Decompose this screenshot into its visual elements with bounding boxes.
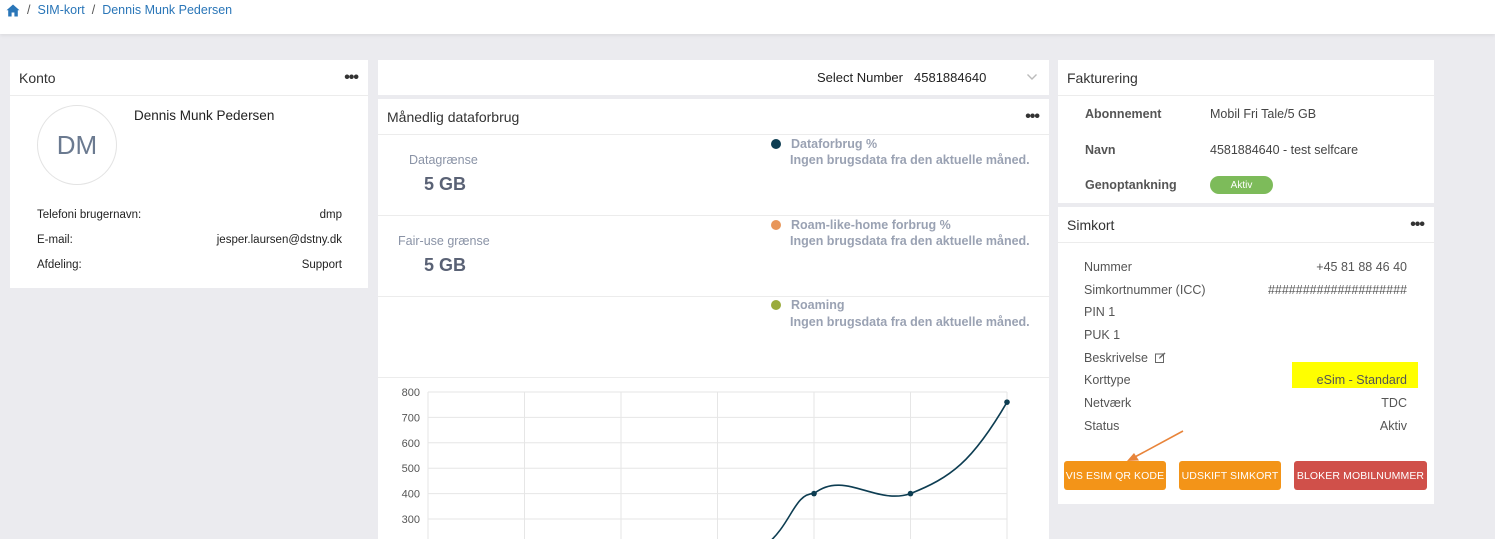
breadcrumb-user[interactable]: Dennis Munk Pedersen [102, 3, 232, 17]
fk-label-genoptankning: Genoptankning [1085, 178, 1177, 192]
y-tick-label: 600 [402, 438, 420, 450]
replace-simcard-button[interactable]: UDSKIFT SIMKORT [1179, 461, 1281, 490]
sim-row-icc: Simkortnummer (ICC) #################### [1084, 283, 1407, 297]
sim-label: Simkortnummer (ICC) [1084, 283, 1206, 297]
legend-subtitle: Ingen brugsdata fra den aktuelle måned. [790, 234, 1030, 248]
metric-label: Datagrænse [409, 153, 478, 167]
select-number-dropdown[interactable]: 4581884640 [914, 70, 986, 85]
konto-value: jesper.laursen@dstny.dk [216, 234, 342, 246]
select-number-bar: Select Number 4581884640 [378, 60, 1049, 95]
y-tick-label: 700 [402, 412, 420, 424]
sim-row-puk1: PUK 1 [1084, 328, 1407, 342]
legend-title: Dataforbrug % [791, 137, 878, 151]
metric-value: 5 GB [424, 255, 467, 275]
usage-row-fairuse: Fair-use grænse 5 GB Roam-like-home forb… [378, 216, 1049, 297]
fk-label-navn: Navn [1085, 143, 1116, 157]
data-point[interactable] [811, 490, 817, 497]
legend-dot-roaming [771, 300, 781, 310]
y-tick-label: 300 [402, 514, 420, 526]
simkort-menu-icon[interactable]: ••• [1410, 216, 1425, 233]
select-number-label: Select Number [817, 70, 903, 85]
konto-title: Konto [19, 69, 56, 86]
legend-dot-data [771, 139, 781, 149]
status-badge: Aktiv [1210, 176, 1273, 194]
data-point[interactable] [1004, 399, 1010, 405]
y-tick-label: 500 [402, 463, 420, 475]
sim-row-beskrivelse: Beskrivelse [1084, 351, 1407, 365]
konto-value: dmp [319, 209, 342, 221]
legend-subtitle: Ingen brugsdata fra den aktuelle måned. [790, 153, 1030, 167]
usage-row-data: Datagrænse 5 GB Dataforbrug % Ingen brug… [378, 135, 1049, 216]
usage-header: Månedlig dataforbrug ••• [378, 99, 1049, 135]
konto-panel: Konto ••• DM Dennis Munk Pedersen Telefo… [10, 60, 368, 288]
konto-value: Support [301, 259, 342, 271]
show-esim-qr-button[interactable]: VIS ESIM QR KODE [1064, 461, 1166, 490]
sim-row-korttype: Korttype eSim - Standard [1084, 373, 1407, 387]
home-icon[interactable] [6, 4, 20, 17]
konto-label: Afdeling: [37, 259, 82, 271]
block-number-button[interactable]: BLOKER MOBILNUMMER [1294, 461, 1427, 490]
y-tick-label: 800 [402, 387, 420, 399]
simkort-title: Simkort [1067, 216, 1115, 233]
sim-value: TDC [1381, 396, 1407, 410]
fk-label-abonnement: Abonnement [1085, 107, 1162, 121]
sim-row-pin1: PIN 1 [1084, 305, 1407, 319]
sim-value: #################### [1267, 283, 1407, 297]
fakturering-panel: Fakturering Abonnement Mobil Fri Tale/5 … [1058, 60, 1434, 203]
breadcrumb-sim-kort[interactable]: SIM-kort [37, 3, 84, 17]
konto-menu-icon[interactable]: ••• [344, 69, 359, 86]
fakturering-header: Fakturering [1058, 60, 1434, 96]
legend-dot-roam-like-home [771, 220, 781, 230]
simkort-header: Simkort ••• [1058, 207, 1434, 243]
sim-label-wrap: Beskrivelse [1084, 351, 1166, 365]
sim-label: Netværk [1084, 396, 1132, 410]
data-point[interactable] [907, 490, 914, 497]
usage-panel: Månedlig dataforbrug ••• Datagrænse 5 GB… [378, 99, 1049, 539]
legend-subtitle: Ingen brugsdata fra den aktuelle måned. [790, 315, 1030, 329]
konto-header: Konto ••• [10, 60, 368, 96]
legend-title: Roam-like-home forbrug % [791, 218, 951, 232]
sim-label: Korttype [1084, 373, 1131, 387]
sim-label: PIN 1 [1084, 305, 1116, 319]
konto-row-email: E-mail: jesper.laursen@dstny.dk [37, 234, 342, 246]
annotation-arrow-icon [1127, 430, 1184, 461]
edit-icon[interactable] [1155, 352, 1166, 363]
breadcrumb: / SIM-kort / Dennis Munk Pedersen [6, 3, 232, 17]
metric-value: 5 GB [424, 174, 467, 194]
usage-chart: 800 700 600 500 400 300 [402, 387, 1010, 539]
legend-title: Roaming [791, 298, 845, 312]
account-name: Dennis Munk Pedersen [134, 108, 275, 123]
sim-label: Status [1084, 419, 1120, 433]
konto-row-department: Afdeling: Support [37, 259, 342, 271]
sim-value: eSim - Standard [1316, 373, 1407, 387]
breadcrumb-separator: / [91, 3, 96, 17]
breadcrumb-separator: / [27, 3, 31, 17]
sim-label: Nummer [1084, 260, 1132, 274]
sim-row-netvaerk: Netværk TDC [1084, 396, 1407, 410]
series-line [771, 401, 1008, 539]
fakturering-title: Fakturering [1067, 69, 1138, 86]
simkort-panel: Simkort ••• Nummer +45 81 88 46 40 Simko… [1058, 207, 1434, 504]
konto-label: Telefoni brugernavn: [37, 209, 142, 221]
top-bar: / SIM-kort / Dennis Munk Pedersen [0, 0, 1495, 34]
sim-row-nummer: Nummer +45 81 88 46 40 [1084, 260, 1407, 274]
sim-value: Aktiv [1379, 419, 1407, 433]
sim-label: PUK 1 [1084, 328, 1121, 342]
usage-title: Månedlig dataforbrug [387, 108, 520, 125]
usage-row-roaming: Roaming Ingen brugsdata fra den aktuelle… [378, 297, 1049, 378]
fk-value-abonnement: Mobil Fri Tale/5 GB [1210, 107, 1317, 121]
avatar: DM [37, 105, 117, 185]
sim-label: Beskrivelse [1084, 351, 1148, 365]
metric-label: Fair-use grænse [398, 234, 490, 248]
konto-row-username: Telefoni brugernavn: dmp [37, 209, 342, 221]
fk-value-navn: 4581884640 - test selfcare [1210, 143, 1359, 157]
konto-label: E-mail: [37, 234, 73, 246]
sim-value: +45 81 88 46 40 [1316, 260, 1407, 274]
chevron-down-icon[interactable] [1026, 71, 1038, 83]
y-tick-label: 400 [402, 489, 420, 501]
usage-menu-icon[interactable]: ••• [1025, 108, 1040, 125]
